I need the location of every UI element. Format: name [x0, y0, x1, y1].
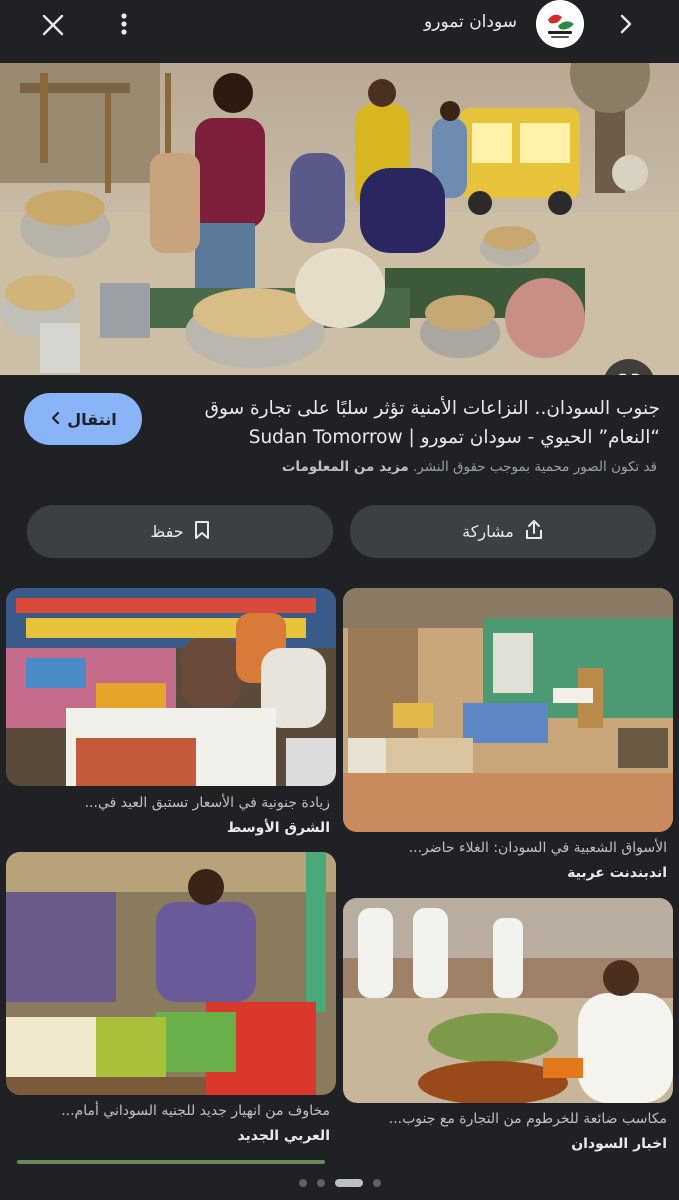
more-vert-icon [121, 13, 127, 35]
related-source-3: اخبار السودان [571, 1136, 667, 1152]
bookmark-icon [194, 520, 210, 544]
related-caption-4[interactable]: مخاوف من انهيار جديد للجنيه السوداني أما… [6, 1103, 330, 1119]
page-dot-active[interactable] [334, 1179, 363, 1187]
page-dot[interactable] [372, 1179, 381, 1187]
more-options-button[interactable] [114, 10, 134, 40]
visit-label: انتقال [67, 409, 117, 429]
related-image-4[interactable] [6, 852, 336, 1095]
save-button[interactable]: حفظ [27, 505, 333, 558]
google-lens-icon [618, 373, 640, 375]
market-photo [0, 63, 679, 375]
related-image-1[interactable] [343, 588, 673, 832]
copyright-text: قد تكون الصور محمية بموجب حقوق النشر. [413, 459, 657, 475]
top-bar: سودان تمورو [0, 0, 679, 48]
source-name[interactable]: سودان تمورو [424, 12, 517, 32]
related-image-3[interactable] [343, 898, 673, 1103]
copyright-notice: قد تكون الصور محمية بموجب حقوق النشر. مز… [282, 459, 657, 475]
next-result-button[interactable] [614, 12, 638, 36]
next-image-peek [17, 1160, 325, 1164]
lens-button[interactable] [603, 359, 655, 375]
pagination-dots [0, 1177, 679, 1189]
related-source-4: العربي الجديد [237, 1128, 330, 1144]
related-source-1: اندبندنت عربية [567, 865, 667, 881]
chevron-right-icon [620, 14, 632, 34]
visit-button[interactable]: انتقال [24, 393, 142, 445]
more-info-link[interactable]: مزيد من المعلومات [282, 459, 409, 475]
share-label: مشاركة [462, 522, 514, 541]
page-dot[interactable] [316, 1179, 325, 1187]
related-caption-3[interactable]: مكاسب ضائعة للخرطوم من التجارة مع جنوب..… [389, 1111, 667, 1127]
related-image-2[interactable] [6, 588, 336, 786]
save-label: حفظ [150, 522, 184, 541]
related-caption-1[interactable]: الأسواق الشعبية في السودان: الغلاء حاضر.… [409, 840, 667, 856]
share-icon [524, 519, 544, 545]
page-dot[interactable] [298, 1179, 307, 1187]
close-button[interactable] [38, 10, 68, 40]
main-image[interactable] [0, 63, 679, 375]
result-title-text: جنوب السودان.. النزاعات الأمنية تؤثر سلب… [204, 398, 660, 448]
related-caption-2[interactable]: زيادة جنونية في الأسعار تستبق العيد في..… [6, 795, 330, 811]
share-button[interactable]: مشاركة [350, 505, 656, 558]
related-source-2: الشرق الأوسط [226, 820, 330, 836]
chevron-left-icon [49, 410, 63, 429]
close-icon [42, 14, 64, 36]
source-logo[interactable] [536, 0, 584, 48]
result-title[interactable]: جنوب السودان.. النزاعات الأمنية تؤثر سلب… [168, 394, 660, 452]
